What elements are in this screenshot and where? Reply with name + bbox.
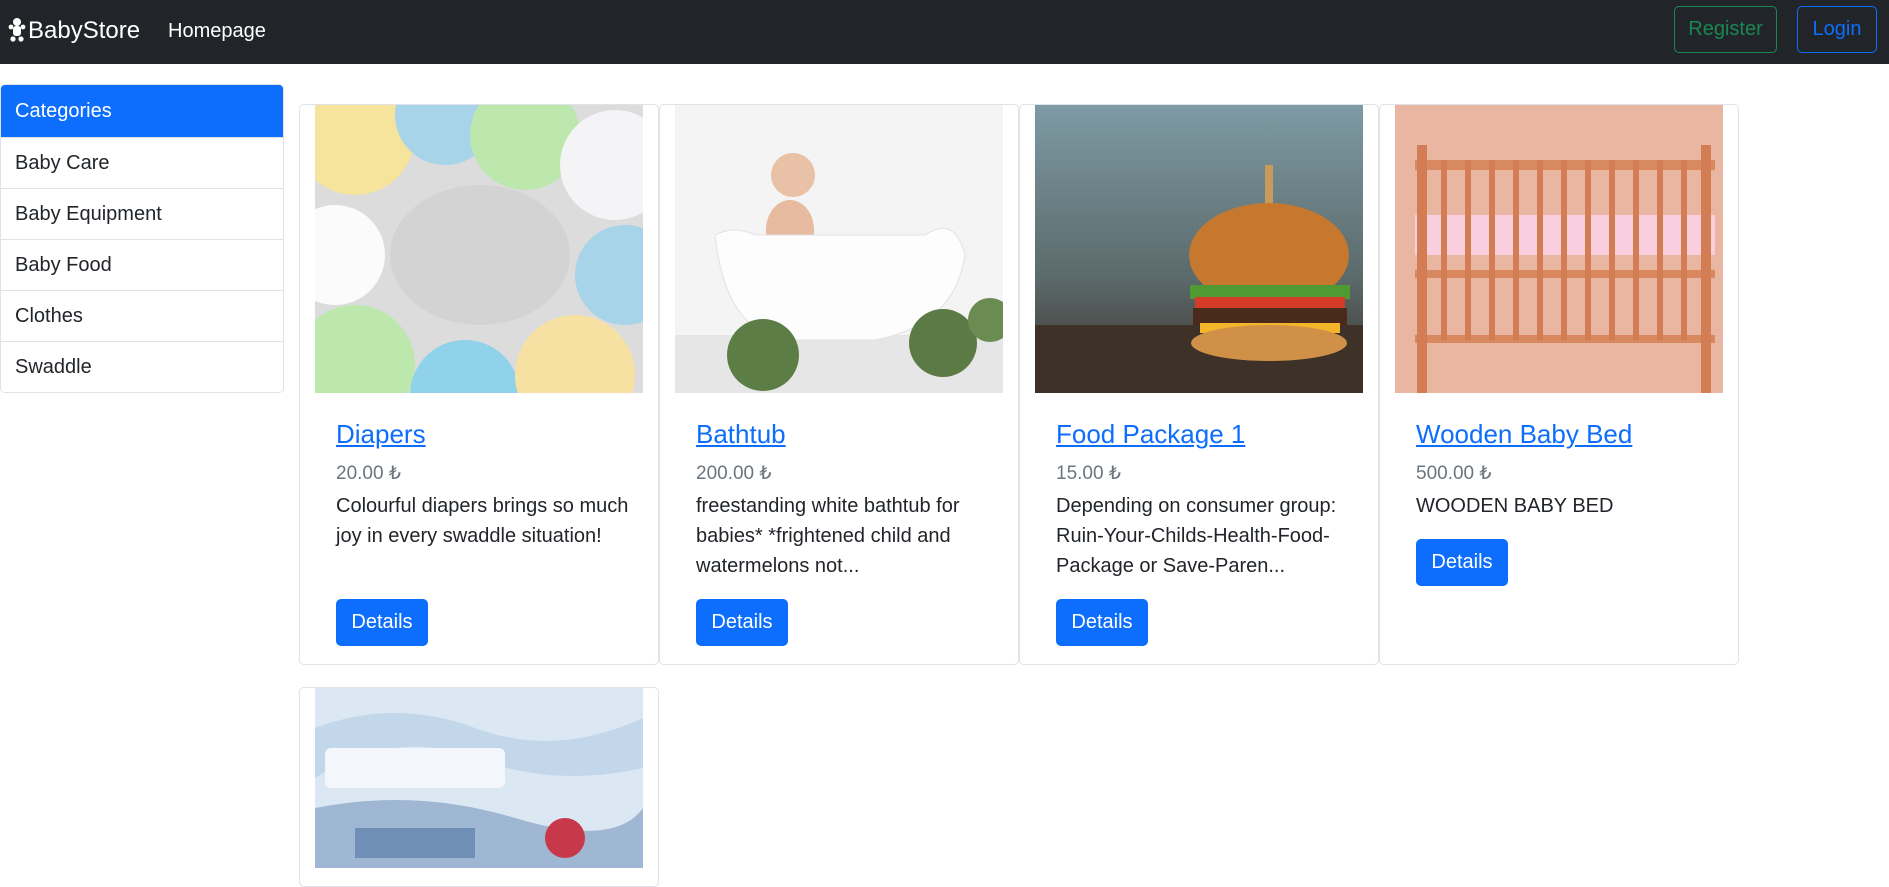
product-price: 20.00 ₺	[336, 463, 401, 484]
product-price: 15.00 ₺	[1056, 463, 1121, 484]
product-title-link[interactable]: Food Package 1	[1056, 413, 1245, 455]
sidebar-header[interactable]: Categories	[1, 85, 283, 137]
nav-homepage-link[interactable]: Homepage	[168, 18, 266, 44]
brand-link[interactable]: BabyStore	[8, 14, 140, 48]
product-description: Depending on consumer group: Ruin-Your-C…	[1056, 495, 1337, 577]
product-card-partial	[299, 687, 659, 887]
product-image-clothes[interactable]	[315, 688, 643, 868]
sidebar-item-baby-equipment[interactable]: Baby Equipment	[1, 188, 283, 239]
product-card-diapers: Diapers 20.00 ₺ Colourful diapers brings…	[299, 104, 659, 665]
details-button[interactable]: Details	[1056, 599, 1148, 646]
brand-name: BabyStore	[28, 17, 141, 44]
product-card-bathtub: Bathtub 200.00 ₺ freestanding white bath…	[659, 104, 1019, 665]
product-price: 200.00 ₺	[696, 463, 772, 484]
product-description: Colourful diapers brings so much joy in …	[336, 495, 629, 547]
login-button[interactable]: Login	[1797, 6, 1877, 53]
product-title-link[interactable]: Wooden Baby Bed	[1416, 413, 1632, 455]
product-description: WOODEN BABY BED	[1416, 495, 1614, 517]
register-button[interactable]: Register	[1674, 6, 1777, 53]
product-image-crib[interactable]	[1395, 105, 1723, 393]
details-button[interactable]: Details	[696, 599, 788, 646]
details-button[interactable]: Details	[1416, 539, 1508, 586]
product-card-wooden-baby-bed: Wooden Baby Bed 500.00 ₺ WOODEN BABY BED…	[1379, 104, 1739, 665]
product-image-diapers[interactable]	[315, 105, 643, 393]
details-button[interactable]: Details	[336, 599, 428, 646]
product-price: 500.00 ₺	[1416, 463, 1492, 484]
product-image-burger[interactable]	[1035, 105, 1363, 393]
baby-icon	[8, 18, 26, 42]
sidebar-item-baby-care[interactable]: Baby Care	[1, 137, 283, 188]
categories-sidebar: Categories Baby Care Baby Equipment Baby…	[0, 84, 284, 393]
product-title-link[interactable]: Diapers	[336, 413, 426, 455]
top-navbar: BabyStore Homepage Register Login	[0, 0, 1889, 64]
sidebar-item-swaddle[interactable]: Swaddle	[1, 341, 283, 392]
product-title-link[interactable]: Bathtub	[696, 413, 786, 455]
product-card-food-package-1: Food Package 1 15.00 ₺ Depending on cons…	[1019, 104, 1379, 665]
sidebar-item-baby-food[interactable]: Baby Food	[1, 239, 283, 290]
product-description: freestanding white bathtub for babies* *…	[696, 495, 960, 577]
product-image-bathtub[interactable]	[675, 105, 1003, 393]
sidebar-item-clothes[interactable]: Clothes	[1, 290, 283, 341]
